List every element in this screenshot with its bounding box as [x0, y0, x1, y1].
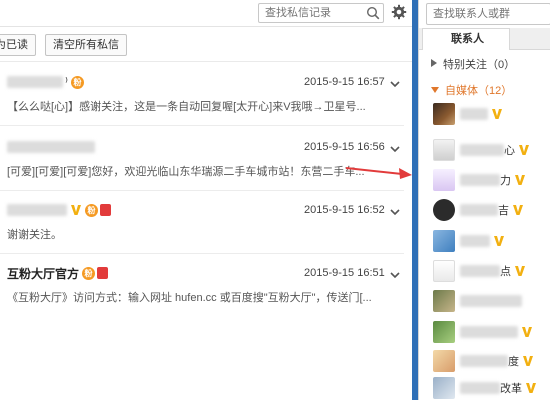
vip-v-icon	[512, 204, 524, 216]
message-preview: [可爱][可爱][可爱]您好，欢迎光临山东华瑞源二手车城市站！东营二手车...	[7, 166, 365, 178]
group-label: 特别关注（0）	[443, 59, 516, 71]
vip-v-icon	[514, 174, 526, 186]
fan-badge-icon: 粉	[82, 266, 96, 280]
avatar	[433, 230, 455, 252]
contact-item[interactable]: 度	[433, 349, 534, 373]
avatar	[433, 139, 455, 161]
message-sender-name	[7, 204, 67, 216]
avatar	[433, 350, 455, 372]
toolbar-divider	[0, 61, 412, 62]
avatar	[433, 169, 455, 191]
mark-as-read-button[interactable]: 为已读	[0, 34, 36, 56]
red-tag-icon	[97, 267, 109, 279]
message-search-box[interactable]	[258, 3, 384, 23]
contact-search-box[interactable]	[426, 3, 550, 25]
vip-v-icon	[493, 235, 505, 247]
chevron-down-icon[interactable]	[390, 142, 400, 156]
message-preview: 【么么哒[心]】感谢关注，这是一条自动回复喔[太开心]来V我哦→卫星号...	[7, 101, 366, 113]
vip-v-icon	[525, 382, 537, 394]
message-search-input[interactable]	[259, 4, 363, 22]
message-item[interactable]: 粉 2015-9-15 16:52 谢谢关注。	[0, 201, 404, 255]
contact-name: 心	[460, 142, 530, 158]
group-label: 自媒体（12）	[445, 85, 513, 97]
contact-name	[460, 235, 505, 247]
contact-name: 力	[460, 172, 526, 188]
contact-item[interactable]: 力	[433, 168, 526, 192]
chevron-down-icon[interactable]	[390, 268, 400, 282]
avatar	[433, 260, 455, 282]
message-sender-name	[7, 141, 95, 153]
fan-badge-icon: 粉	[70, 75, 84, 89]
chevron-down-icon[interactable]	[390, 77, 400, 91]
vip-v-icon	[514, 265, 526, 277]
message-time: 2015-9-15 16:56	[304, 141, 385, 153]
message-preview: 《互粉大厅》访问方式：输入网址 hufen.cc 或百度搜"互粉大厅"，传送门[…	[7, 292, 372, 304]
contact-name: 改革	[460, 380, 537, 396]
avatar	[433, 199, 455, 221]
contacts-pane: 联系人 特别关注（0） 自媒体（12） 心 力 吉	[418, 0, 550, 400]
message-divider	[0, 190, 404, 191]
private-message-pane: 为已读 清空所有私信 ⁾ 粉 2015-9-15 16:57 【么么哒[心]】感…	[0, 0, 412, 400]
message-item[interactable]: ⁾ 粉 2015-9-15 16:57 【么么哒[心]】感谢关注，这是一条自动回…	[0, 73, 404, 127]
contact-item[interactable]: 点	[433, 259, 526, 283]
message-sender-row: 粉	[7, 201, 111, 219]
message-sender-row	[7, 138, 95, 156]
message-preview: 谢谢关注。	[7, 229, 62, 241]
clear-all-messages-button[interactable]: 清空所有私信	[45, 34, 127, 56]
avatar	[433, 290, 455, 312]
message-sender-name	[7, 76, 63, 88]
gear-icon[interactable]	[391, 4, 407, 23]
sender-name-tail: ⁾	[65, 75, 68, 89]
red-tag-icon	[100, 204, 111, 216]
contact-item[interactable]	[433, 229, 505, 253]
message-item[interactable]: 互粉大厅官方 粉 2015-9-15 16:51 《互粉大厅》访问方式：输入网址…	[0, 264, 404, 318]
contact-name	[460, 326, 533, 338]
message-sender-row: ⁾ 粉	[7, 73, 84, 91]
message-sender-row: 互粉大厅官方 粉	[7, 264, 109, 282]
triangle-down-icon	[431, 84, 439, 96]
contact-item[interactable]: 改革	[433, 376, 537, 400]
avatar	[433, 103, 455, 125]
message-time: 2015-9-15 16:51	[304, 267, 385, 279]
chevron-down-icon[interactable]	[390, 205, 400, 219]
tab-contacts[interactable]: 联系人	[422, 28, 510, 50]
contact-item[interactable]: 吉	[433, 198, 524, 222]
contact-item[interactable]: 心	[433, 138, 530, 162]
message-sender-name: 互粉大厅官方	[7, 266, 80, 281]
contact-name	[460, 108, 503, 120]
triangle-right-icon	[431, 58, 437, 70]
vip-v-icon	[491, 108, 503, 120]
header-divider	[0, 26, 412, 27]
avatar	[433, 377, 455, 399]
contact-search-input[interactable]	[427, 4, 550, 24]
fan-badge-icon: 粉	[85, 203, 98, 217]
contact-name: 度	[460, 353, 534, 369]
message-divider	[0, 253, 404, 254]
vip-v-icon	[70, 204, 82, 216]
avatar	[433, 321, 455, 343]
vip-v-icon	[522, 355, 534, 367]
red-arrow-icon	[344, 164, 414, 183]
vip-v-icon	[518, 144, 530, 156]
message-time: 2015-9-15 16:57	[304, 76, 385, 88]
vip-v-icon	[521, 326, 533, 338]
group-special-follow[interactable]: 特别关注（0）	[431, 56, 515, 72]
group-self-media[interactable]: 自媒体（12）	[431, 82, 512, 98]
contact-name: 吉	[460, 202, 524, 218]
search-icon[interactable]	[366, 6, 380, 23]
contact-name	[460, 295, 522, 307]
contact-name: 点	[460, 263, 526, 279]
contacts-tabbar: 联系人	[419, 28, 550, 50]
contact-item[interactable]	[433, 320, 533, 344]
contact-item[interactable]	[433, 102, 503, 126]
message-time: 2015-9-15 16:52	[304, 204, 385, 216]
contact-item[interactable]	[433, 289, 522, 313]
message-divider	[0, 125, 404, 126]
